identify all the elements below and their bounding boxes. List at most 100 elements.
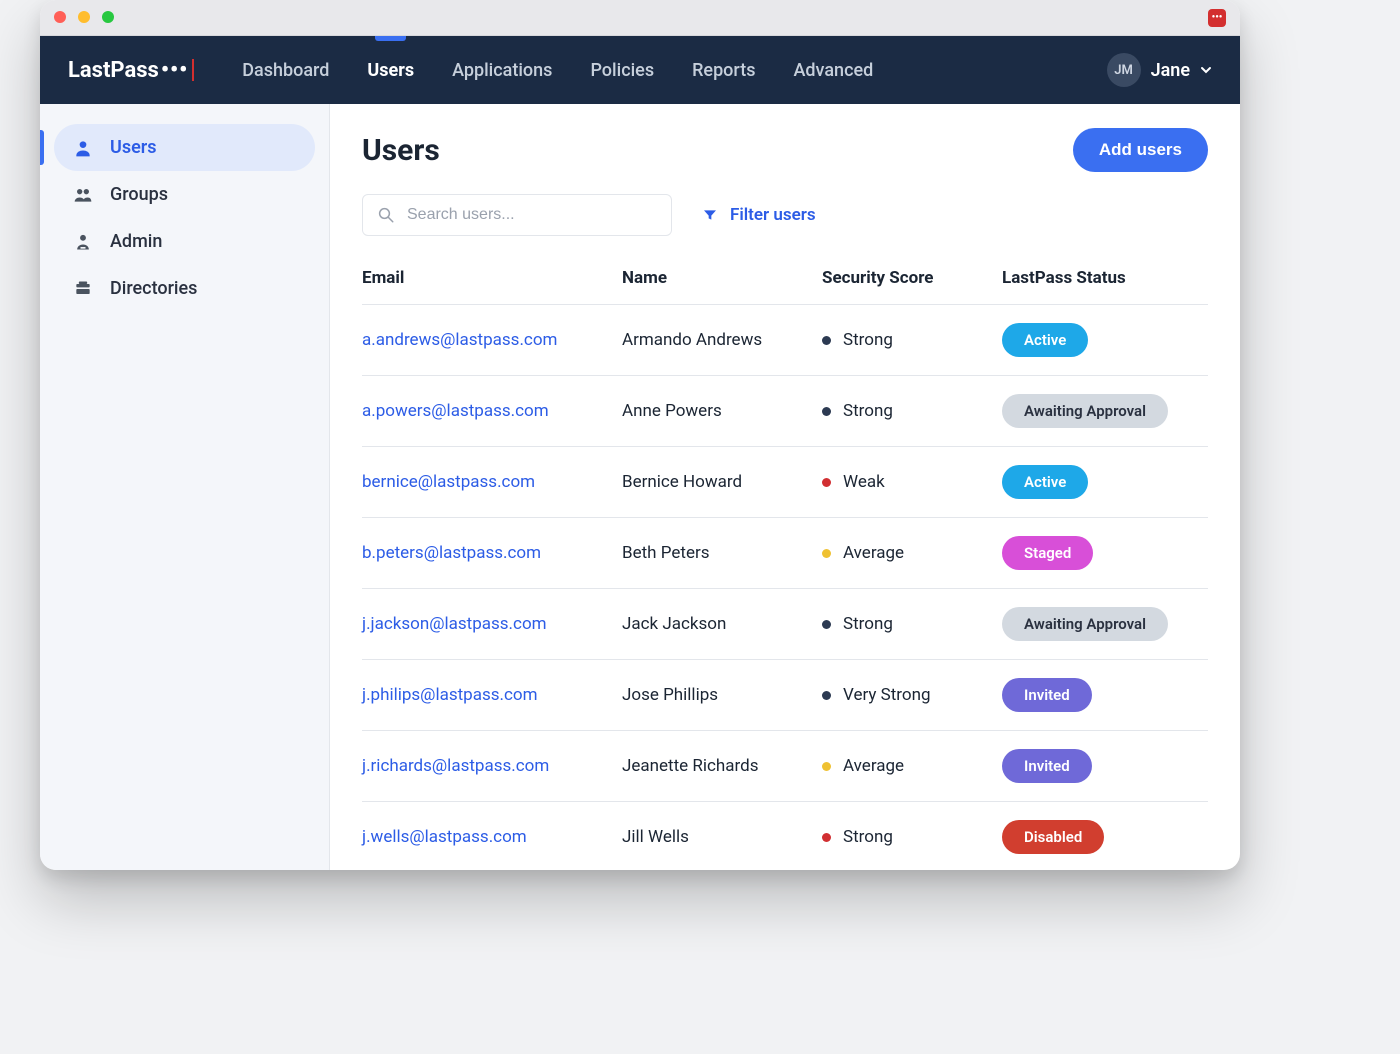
user-email-link[interactable]: j.philips@lastpass.com	[362, 685, 538, 705]
sidebar-item-groups[interactable]: Groups	[54, 171, 315, 218]
traffic-lights	[54, 8, 122, 27]
avatar: JM	[1107, 53, 1141, 87]
user-icon	[72, 138, 94, 158]
brand-logo[interactable]: LastPass •••	[68, 58, 194, 83]
nav-item-applications[interactable]: Applications	[452, 36, 552, 104]
minimize-window-icon[interactable]	[78, 11, 90, 23]
cell-status: Disabled	[1002, 820, 1208, 854]
table-row[interactable]: a.andrews@lastpass.com Armando Andrews Str…	[362, 305, 1208, 376]
sidebar-item-admin[interactable]: Admin	[54, 218, 315, 265]
cell-name: Jack Jackson	[622, 614, 822, 634]
col-name[interactable]: Name	[622, 268, 822, 288]
cell-score: Strong	[822, 827, 1002, 847]
app-window: ••• LastPass ••• Dashboard Users Applicati…	[40, 0, 1240, 870]
cell-name: Jeanette Richards	[622, 756, 822, 776]
cell-status: Active	[1002, 465, 1208, 499]
cell-status: Staged	[1002, 536, 1208, 570]
cell-name: Anne Powers	[622, 401, 822, 421]
main-content: Users Add users Filter users Email Name …	[330, 104, 1240, 870]
table-row[interactable]: bernice@lastpass.comBernice HowardWeakAc…	[362, 447, 1208, 518]
cell-status: Awaiting Approval	[1002, 607, 1208, 641]
status-badge: Invited	[1002, 749, 1092, 783]
score-label: Strong	[843, 330, 893, 350]
filter-label: Filter users	[730, 205, 816, 225]
lastpass-extension-icon[interactable]: •••	[1208, 9, 1226, 27]
score-dot-icon	[822, 549, 831, 558]
cell-status: Active	[1002, 323, 1208, 357]
status-badge: Active	[1002, 465, 1088, 499]
status-badge: Awaiting Approval	[1002, 607, 1168, 641]
nav-item-policies[interactable]: Policies	[590, 36, 654, 104]
maximize-window-icon[interactable]	[102, 11, 114, 23]
search-users[interactable]	[362, 194, 672, 236]
window-titlebar: •••	[40, 0, 1240, 36]
user-email-link[interactable]: bernice@lastpass.com	[362, 472, 535, 492]
sidebar-item-label: Directories	[110, 278, 197, 299]
nav-item-reports[interactable]: Reports	[692, 36, 755, 104]
status-badge: Invited	[1002, 678, 1092, 712]
user-email-link[interactable]: a.powers@lastpass.com	[362, 401, 549, 421]
cell-score: Strong	[822, 401, 1002, 421]
user-email-link[interactable]: j.jackson@lastpass.com	[362, 614, 547, 634]
score-dot-icon	[822, 407, 831, 416]
nav-item-users[interactable]: Users	[367, 36, 414, 104]
score-dot-icon	[822, 620, 831, 629]
score-label: Strong	[843, 614, 893, 634]
score-label: Strong	[843, 401, 893, 421]
table-row[interactable]: j.richards@lastpass.com Jeanette Richards…	[362, 731, 1208, 802]
brand-logo-text: LastPass	[68, 58, 159, 83]
table-row[interactable]: j.philips@lastpass.comJose PhillipsVery …	[362, 660, 1208, 731]
score-label: Average	[843, 543, 904, 563]
groups-icon	[72, 185, 94, 205]
cell-score: Strong	[822, 614, 1002, 634]
status-badge: Staged	[1002, 536, 1093, 570]
filter-users-button[interactable]: Filter users	[702, 205, 816, 225]
cell-status: Awaiting Approval	[1002, 394, 1208, 428]
chevron-down-icon	[1200, 64, 1212, 76]
table-row[interactable]: j.wells@lastpass.comJill WellsStrongDisa…	[362, 802, 1208, 870]
nav-item-advanced[interactable]: Advanced	[793, 36, 873, 104]
sidebar: Users Groups Admin Directories	[40, 104, 330, 870]
score-dot-icon	[822, 336, 831, 345]
nav-item-dashboard[interactable]: Dashboard	[242, 36, 329, 104]
cell-email: j.wells@lastpass.com	[362, 827, 622, 847]
table-row[interactable]: a.powers@lastpass.com Anne Powers Strong Aw…	[362, 376, 1208, 447]
cell-email: a.andrews@lastpass.com	[362, 330, 622, 350]
cell-email: bernice@lastpass.com	[362, 472, 622, 492]
cell-score: Average	[822, 543, 1002, 563]
score-dot-icon	[822, 691, 831, 700]
cell-status: Invited	[1002, 678, 1208, 712]
sidebar-item-label: Users	[110, 137, 157, 158]
user-email-link[interactable]: j.wells@lastpass.com	[362, 827, 527, 847]
filter-icon	[702, 207, 718, 223]
close-window-icon[interactable]	[54, 11, 66, 23]
score-label: Strong	[843, 827, 893, 847]
cell-name: Bernice Howard	[622, 472, 822, 492]
score-label: Very Strong	[843, 685, 931, 705]
table-row[interactable]: j.jackson@lastpass.com Jack Jackson Strong…	[362, 589, 1208, 660]
add-users-button[interactable]: Add users	[1073, 128, 1208, 172]
user-email-link[interactable]: b.peters@lastpass.com	[362, 543, 541, 563]
sidebar-item-users[interactable]: Users	[54, 124, 315, 171]
col-score[interactable]: Security Score	[822, 268, 1002, 288]
col-email[interactable]: Email	[362, 268, 622, 288]
admin-icon	[72, 232, 94, 252]
table-row[interactable]: b.peters@lastpass.comBeth PetersAverageS…	[362, 518, 1208, 589]
cell-name: Armando Andrews	[622, 330, 822, 350]
page-title: Users	[362, 133, 440, 168]
sidebar-item-label: Groups	[110, 184, 168, 205]
cell-score: Strong	[822, 330, 1002, 350]
account-name: Jane	[1151, 60, 1190, 81]
user-email-link[interactable]: j.richards@lastpass.com	[362, 756, 549, 776]
score-dot-icon	[822, 762, 831, 771]
sidebar-item-label: Admin	[110, 231, 162, 252]
col-status[interactable]: LastPass Status	[1002, 268, 1208, 288]
cell-email: a.powers@lastpass.com	[362, 401, 622, 421]
search-input[interactable]	[405, 205, 657, 225]
user-email-link[interactable]: a.andrews@lastpass.com	[362, 330, 557, 350]
cell-score: Very Strong	[822, 685, 1002, 705]
sidebar-item-directories[interactable]: Directories	[54, 265, 315, 312]
status-badge: Awaiting Approval	[1002, 394, 1168, 428]
cell-status: Invited	[1002, 749, 1208, 783]
account-menu[interactable]: JM Jane	[1107, 53, 1212, 87]
